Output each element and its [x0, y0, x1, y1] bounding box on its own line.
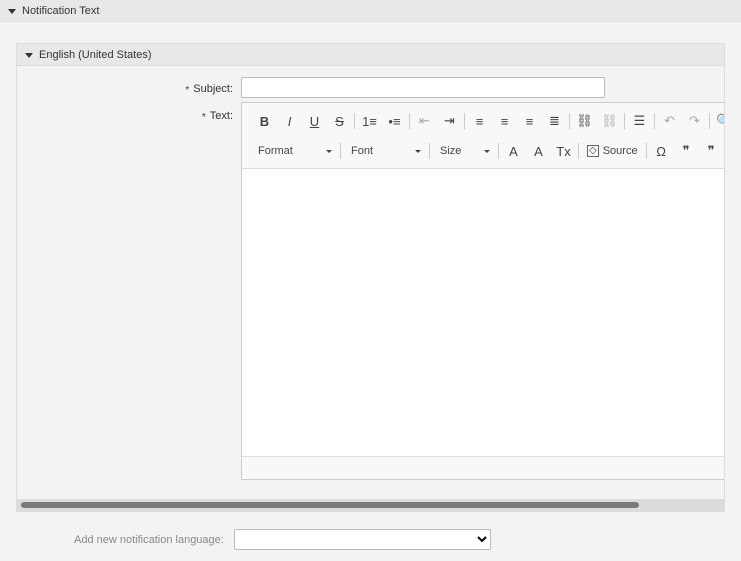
language-panel-header[interactable]: English (United States): [17, 44, 724, 66]
size-dropdown[interactable]: Size: [432, 140, 496, 162]
text-label: * Text:: [201, 110, 233, 123]
chevron-down-icon: [484, 149, 490, 153]
outdent-button[interactable]: ⇤: [412, 110, 437, 132]
toolbar-separator: [498, 143, 499, 159]
toolbar-separator: [645, 143, 647, 159]
align-right-button[interactable]: ≡: [517, 110, 542, 132]
redo-button[interactable]: ↷: [682, 110, 707, 132]
section-header[interactable]: Notification Text: [0, 0, 741, 22]
toolbar-separator: [578, 143, 579, 159]
background-color-icon[interactable]: A: [526, 140, 551, 162]
undo-button[interactable]: ↶: [657, 110, 682, 132]
font-dropdown[interactable]: Font: [343, 140, 427, 162]
font-label: Font: [351, 145, 374, 157]
subject-input[interactable]: [241, 77, 605, 98]
chevron-down-icon: [415, 149, 421, 153]
remove-format-icon[interactable]: Tx: [551, 140, 576, 162]
color-tools: A A Tx: [501, 140, 576, 162]
toolbar-separator: [709, 113, 710, 129]
indent-button[interactable]: ⇥: [437, 110, 462, 132]
strike-button[interactable]: S: [327, 110, 352, 132]
section-title: Notification Text: [22, 4, 100, 17]
italic-button[interactable]: I: [277, 110, 302, 132]
language-panel: English (United States) * Subject: * Text:…: [16, 43, 725, 512]
format-label: Format: [258, 145, 293, 157]
scrollbar-thumb[interactable]: [21, 502, 639, 508]
bulleted-list-button[interactable]: •≡: [382, 110, 407, 132]
toolbar-separator: [624, 113, 625, 129]
editor-footer: [242, 456, 724, 479]
link-button[interactable]: ⛓: [572, 110, 597, 132]
insert-tools: Ω ❞ ❞: [649, 140, 724, 162]
toolbar-separator: [569, 113, 570, 129]
size-label: Size: [440, 145, 462, 157]
underline-button[interactable]: U: [302, 110, 327, 132]
language-title: English (United States): [39, 48, 152, 61]
rich-text-editor: BIUS1≡•≡⇤⇥≡≡≡≣⛓⛓☰↶↷🔍 Format Font Size AA: [241, 102, 724, 480]
align-center-button[interactable]: ≡: [492, 110, 517, 132]
toolbar-separator: [409, 113, 410, 129]
align-left-button[interactable]: ≡: [467, 110, 492, 132]
editor-content-area[interactable]: [242, 170, 724, 457]
required-marker: *: [201, 112, 206, 123]
find-button[interactable]: 🔍: [712, 110, 724, 132]
quote-icon[interactable]: ❞: [699, 140, 724, 162]
toolbar-separator: [354, 113, 355, 129]
chevron-down-icon: [326, 149, 332, 153]
unlink-button[interactable]: ⛓: [597, 110, 622, 132]
toolbar-separator: [654, 113, 655, 129]
collapse-triangle-icon[interactable]: [25, 52, 33, 58]
source-label: Source: [602, 145, 638, 157]
toolbar-row-1: BIUS1≡•≡⇤⇥≡≡≡≣⛓⛓☰↶↷🔍: [242, 107, 724, 135]
collapse-triangle-icon[interactable]: [8, 8, 16, 14]
horizontal-scrollbar[interactable]: [17, 499, 724, 511]
required-marker: *: [185, 85, 190, 96]
blockquote-icon[interactable]: ❞: [674, 140, 699, 162]
toolbar-separator: [429, 143, 430, 159]
subject-label: * Subject:: [185, 83, 233, 96]
align-justify-button[interactable]: ≣: [542, 110, 567, 132]
numbered-list-button[interactable]: 1≡: [357, 110, 382, 132]
toolbar-row-2: Format Font Size A A Tx ◇ Source Ω ❞ ❞: [242, 137, 724, 165]
source-icon: ◇: [587, 145, 599, 157]
toolbar-separator: [464, 113, 465, 129]
editor-toolbar: BIUS1≡•≡⇤⇥≡≡≡≣⛓⛓☰↶↷🔍 Format Font Size AA: [242, 103, 724, 169]
toolbar-separator: [340, 143, 341, 159]
format-dropdown[interactable]: Format: [250, 140, 338, 162]
source-button[interactable]: ◇ Source: [581, 140, 644, 162]
text-color-icon[interactable]: A: [501, 140, 526, 162]
bold-button[interactable]: B: [252, 110, 277, 132]
add-language-label: Add new notification language:: [74, 534, 224, 546]
add-language-select[interactable]: [234, 529, 491, 550]
special-char-icon[interactable]: Ω: [649, 140, 674, 162]
horizontal-rule-button[interactable]: ☰: [627, 110, 652, 132]
